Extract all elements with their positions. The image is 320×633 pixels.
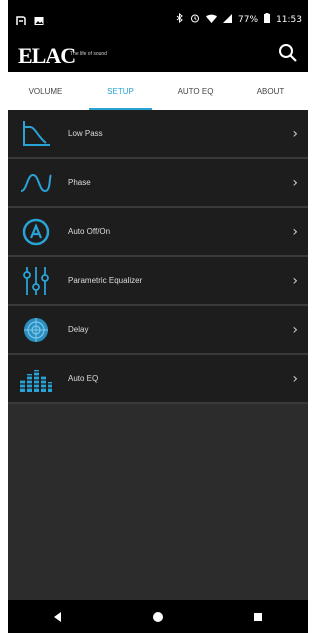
elac-logo: ELAC <box>18 43 76 68</box>
menu-item-label: Low Pass <box>68 129 103 138</box>
app-bar: ELAC The life of sound <box>8 36 308 72</box>
clock: 11:53 <box>276 14 302 25</box>
menu-item-label: Parametric Equalizer <box>68 276 143 285</box>
auto-icon <box>16 215 56 249</box>
tab-bar: VOLUME SETUP AUTO EQ ABOUT <box>8 74 308 110</box>
alarm-icon <box>190 13 200 26</box>
chevron-right-icon: › <box>292 223 298 240</box>
battery-percent: 77% <box>238 14 259 25</box>
menu-item-label: Auto EQ <box>68 374 99 383</box>
phone-screen: 77% 11:53 ELAC The life of sound VOLUME … <box>0 0 316 633</box>
battery-icon <box>264 13 271 26</box>
delay-icon <box>16 313 56 347</box>
menu-item-label: Delay <box>68 325 89 334</box>
tab-volume[interactable]: VOLUME <box>8 74 83 110</box>
home-icon[interactable] <box>146 605 170 629</box>
image-icon <box>34 13 44 31</box>
search-icon[interactable] <box>278 43 298 68</box>
phase-icon <box>16 166 56 200</box>
low-pass-icon <box>16 117 56 151</box>
signal-icon <box>223 13 233 26</box>
tab-setup[interactable]: SETUP <box>83 74 158 110</box>
n-icon <box>16 13 26 31</box>
chevron-right-icon: › <box>292 321 298 338</box>
wifi-icon <box>206 14 218 26</box>
menu-item-low-pass[interactable]: Low Pass › <box>8 110 308 159</box>
menu-item-auto-eq[interactable]: Auto EQ › <box>8 355 308 404</box>
system-nav-bar <box>8 600 308 633</box>
menu-item-label: Phase <box>68 178 91 187</box>
back-icon[interactable] <box>46 605 70 629</box>
chevron-right-icon: › <box>292 370 298 387</box>
bluetooth-icon <box>176 12 184 26</box>
menu-item-delay[interactable]: Delay › <box>8 306 308 355</box>
menu-item-parametric-equalizer[interactable]: Parametric Equalizer › <box>8 257 308 306</box>
chevron-right-icon: › <box>292 174 298 191</box>
status-left <box>16 13 44 31</box>
logo-tagline: The life of sound <box>70 51 107 57</box>
tab-auto-eq[interactable]: AUTO EQ <box>158 74 233 110</box>
menu-item-phase[interactable]: Phase › <box>8 159 308 208</box>
status-right: 77% 11:53 <box>176 12 302 26</box>
recents-icon[interactable] <box>246 605 270 629</box>
setup-menu: Low Pass › Phase › Auto Off/On › Paramet… <box>8 110 308 600</box>
chevron-right-icon: › <box>292 125 298 142</box>
menu-item-label: Auto Off/On <box>68 227 111 236</box>
chevron-right-icon: › <box>292 272 298 289</box>
auto-eq-icon <box>16 362 56 396</box>
menu-item-auto-off-on[interactable]: Auto Off/On › <box>8 208 308 257</box>
tab-about[interactable]: ABOUT <box>233 74 308 110</box>
equalizer-icon <box>16 264 56 298</box>
